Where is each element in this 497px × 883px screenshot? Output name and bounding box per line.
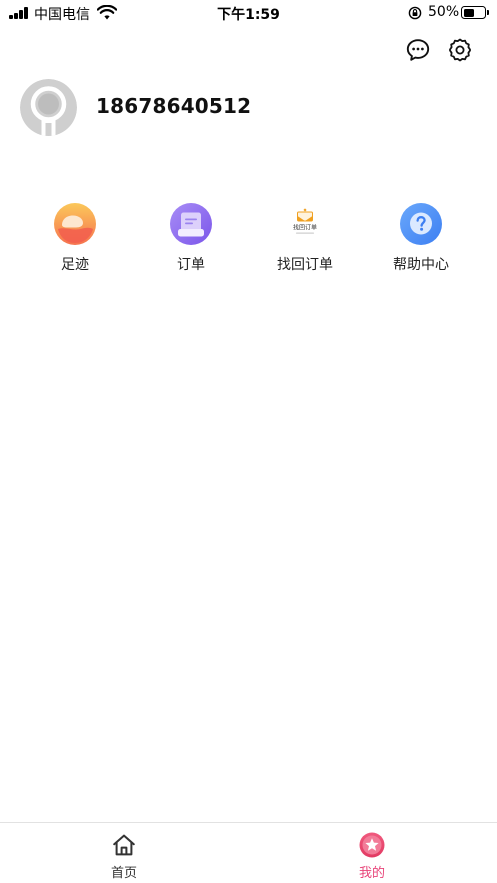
- tab-mine[interactable]: 我的: [302, 823, 442, 883]
- battery-percent: 50%: [428, 4, 460, 20]
- user-phone-number[interactable]: 18678640512: [96, 94, 251, 118]
- clock-time: 下午1:59: [217, 7, 280, 23]
- retrieve-order-thumb-text: 找回订单: [293, 224, 317, 232]
- quick-menu: 足迹 订单 ◆ 找回订单 找回订单 帮助中心: [0, 202, 497, 282]
- svg-text:◆: ◆: [303, 207, 307, 212]
- menu-item-footprint[interactable]: 足迹: [20, 202, 130, 278]
- help-icon: [400, 203, 442, 245]
- message-icon[interactable]: [405, 37, 431, 63]
- tab-label: 我的: [358, 866, 385, 881]
- menu-item-order[interactable]: 订单: [136, 202, 246, 278]
- retrieve-order-icon: ◆ 找回订单: [293, 207, 317, 234]
- menu-item-label: 帮助中心: [393, 257, 449, 273]
- orientation-lock-icon: [408, 6, 422, 20]
- battery-cap: [487, 10, 489, 15]
- settings-gear-icon[interactable]: [447, 37, 473, 63]
- status-bar: 中国电信 下午1:59 50%: [0, 0, 497, 26]
- tab-label: 首页: [110, 866, 137, 881]
- bottom-tab-bar: 首页 我的: [0, 822, 497, 883]
- menu-item-label: 找回订单: [277, 257, 333, 273]
- tab-home[interactable]: 首页: [54, 823, 194, 883]
- menu-item-label: 订单: [177, 257, 205, 273]
- star-badge-icon: [359, 832, 385, 858]
- home-icon: [113, 834, 135, 856]
- battery-level-fill: [463, 8, 474, 17]
- footprint-icon: [54, 203, 96, 245]
- menu-item-help-center[interactable]: 帮助中心: [366, 202, 476, 278]
- order-icon: [170, 203, 212, 245]
- battery-icon: [461, 6, 486, 19]
- menu-item-label: 足迹: [61, 257, 89, 273]
- menu-item-retrieve-order[interactable]: ◆ 找回订单 找回订单: [250, 202, 360, 278]
- avatar[interactable]: [20, 79, 77, 136]
